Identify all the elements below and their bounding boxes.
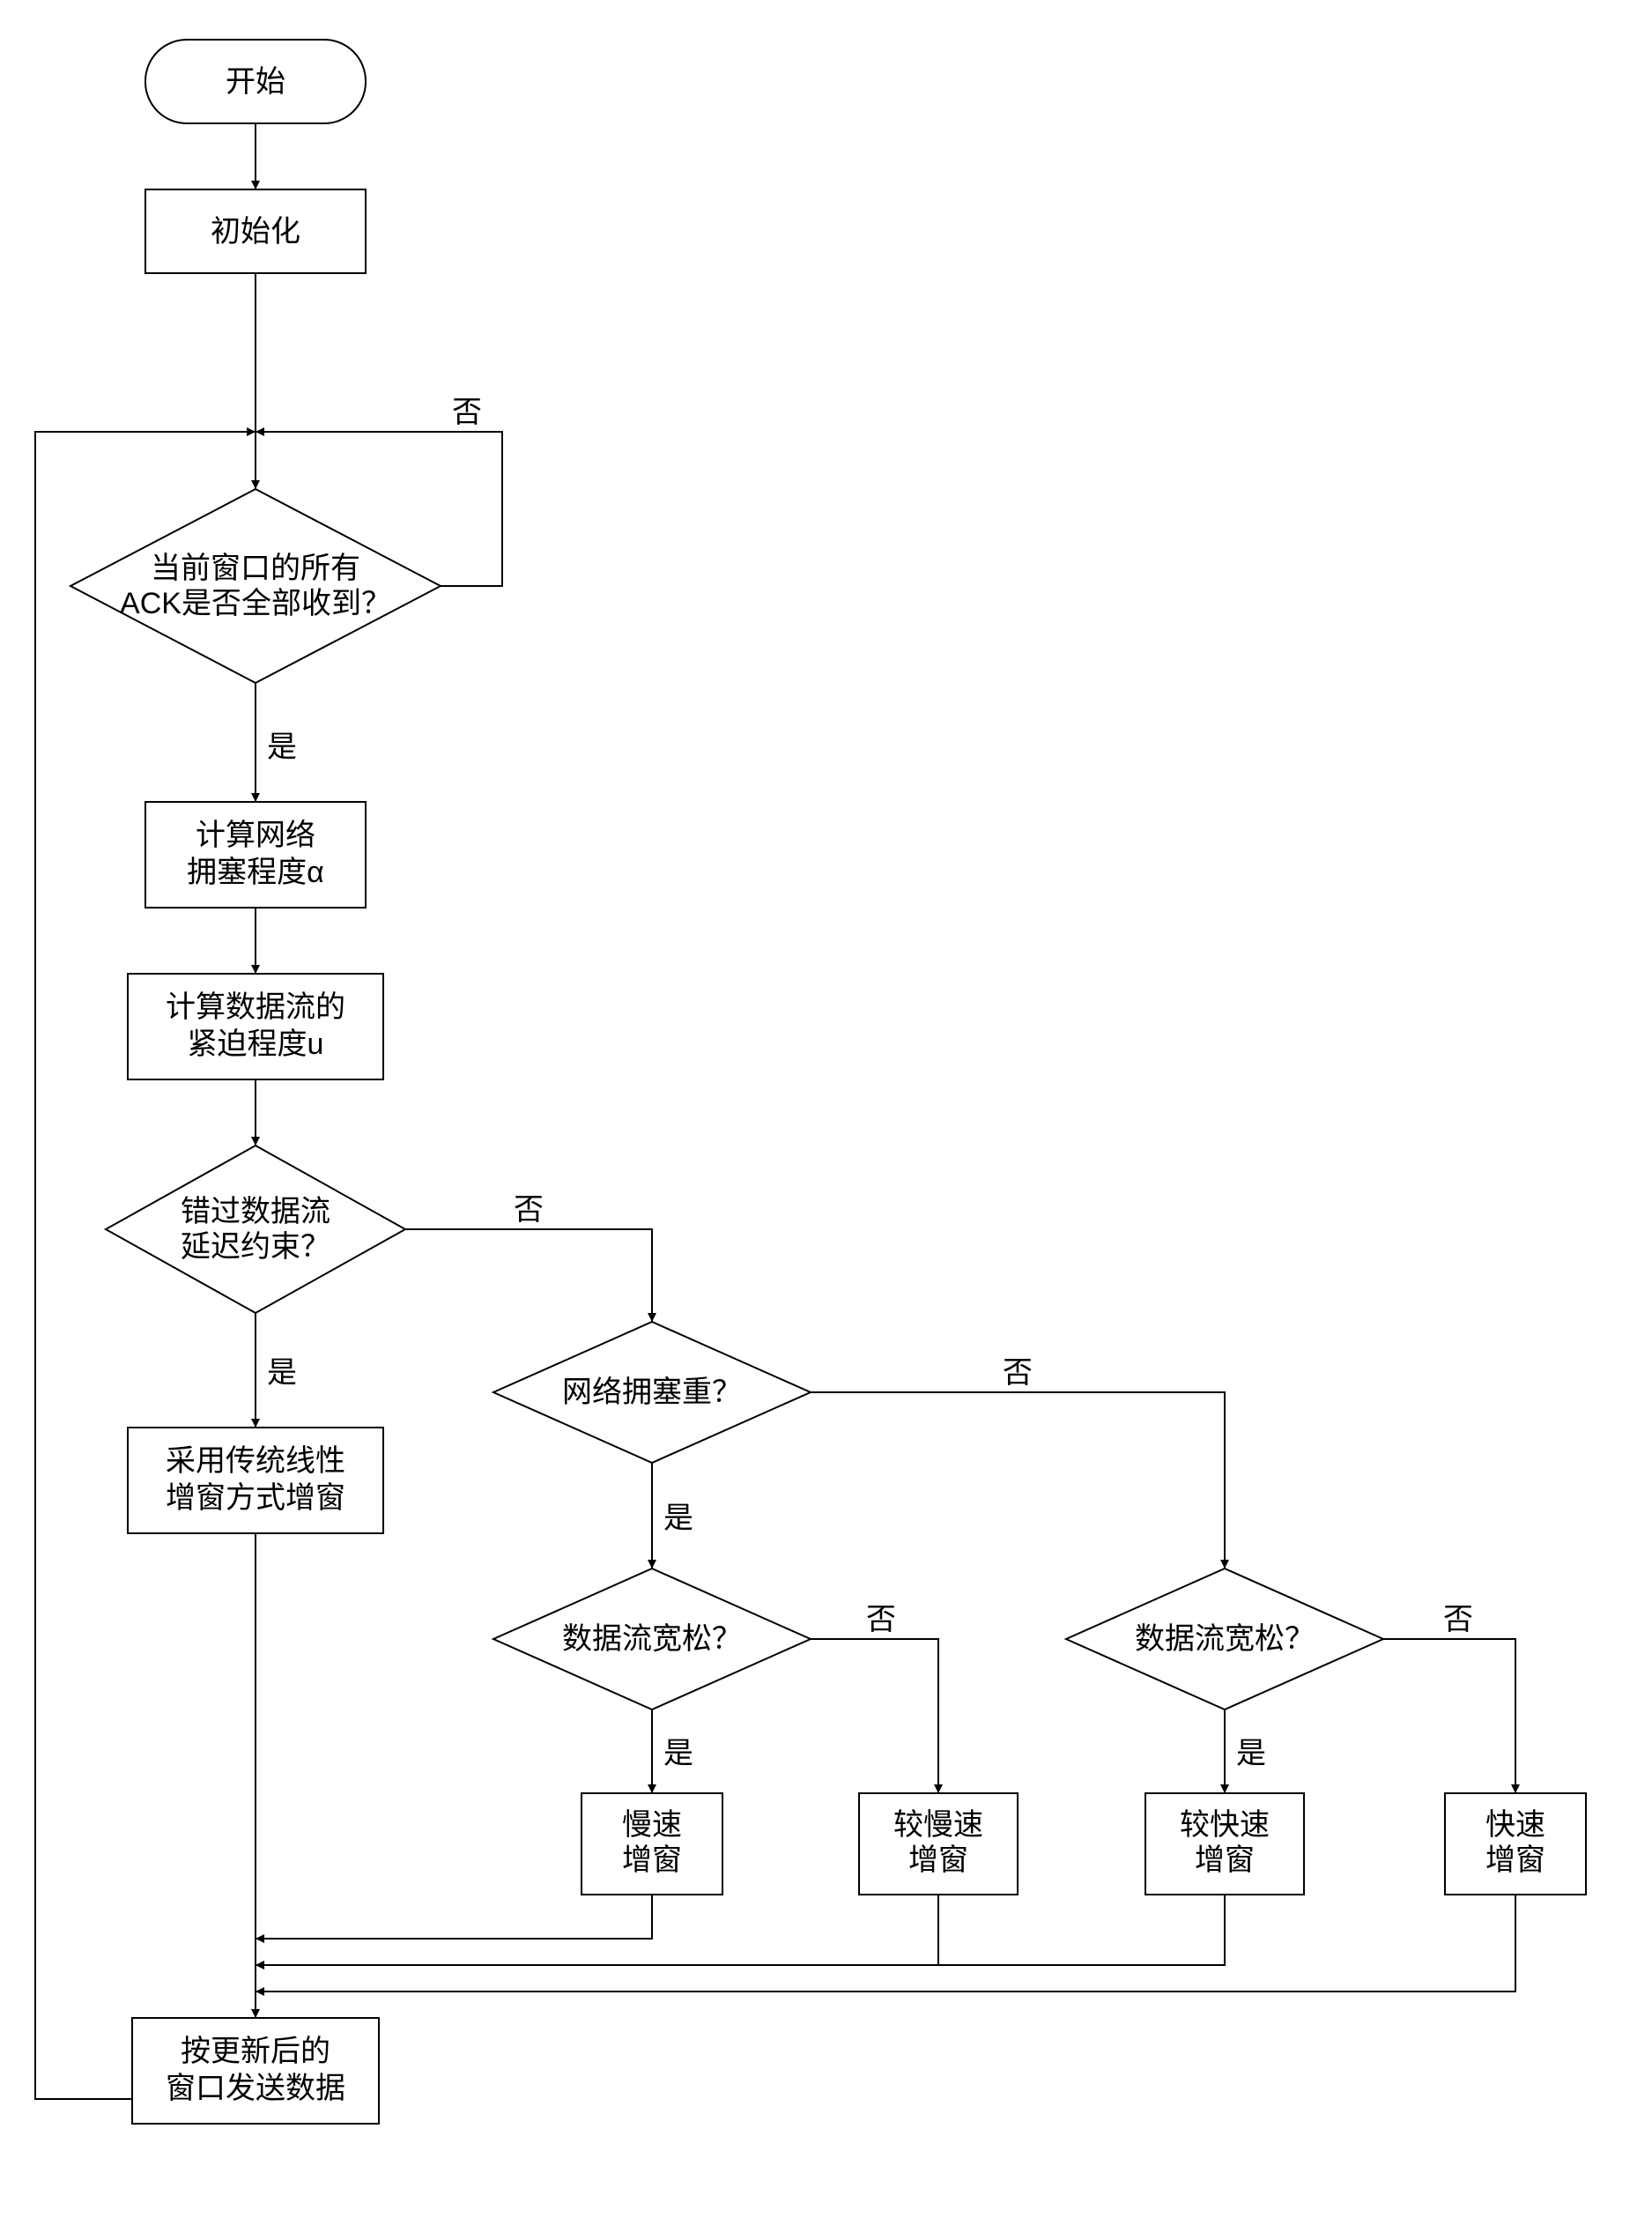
send-data-l1: 按更新后的 <box>181 2035 330 2068</box>
fast-inc-l2: 增窗 <box>1485 1843 1545 1877</box>
send-data-l2: 窗口发送数据 <box>166 2072 345 2105</box>
edge-faster-merge <box>256 1895 1225 1965</box>
label-missed-no: 否 <box>514 1193 544 1227</box>
label-looseR-no: 否 <box>1443 1603 1473 1636</box>
flow-loose-left-text: 数据流宽松？ <box>562 1622 742 1656</box>
edge-fast-merge <box>256 1895 1515 1992</box>
linear-inc-l2: 增窗方式增窗 <box>166 1481 345 1515</box>
edge-looseR-no <box>1383 1639 1515 1793</box>
label-netheavy-no: 否 <box>1003 1356 1033 1390</box>
calc-u-l1: 计算数据流的 <box>166 990 345 1024</box>
edge-slow-merge <box>256 1895 652 1939</box>
label-looseL-yes: 是 <box>663 1737 693 1770</box>
flow-loose-right-text: 数据流宽松？ <box>1135 1622 1315 1656</box>
missed-delay-l2: 延迟约束？ <box>181 1230 330 1264</box>
init-node: 初始化 <box>211 215 300 248</box>
label-missed-yes: 是 <box>267 1356 297 1390</box>
label-looseL-no: 否 <box>866 1603 896 1636</box>
slow-inc-l2: 增窗 <box>622 1843 682 1877</box>
calc-u-l2: 紧迫程度u <box>188 1027 324 1061</box>
label-netheavy-yes: 是 <box>663 1502 693 1535</box>
edge-slower-merge <box>256 1895 938 1965</box>
faster-inc-l1: 较快速 <box>1180 1808 1270 1842</box>
ack-decision-l1: 当前窗口的所有 <box>151 552 360 585</box>
start-node: 开始 <box>226 65 285 99</box>
edge-missed-no <box>405 1229 652 1322</box>
flowchart-canvas: 开始 初始化 否 当前窗口的所有 ACK是否全部收到？ 是 计算网络 拥塞程度α… <box>0 0 1652 2240</box>
label-ack-no: 否 <box>452 396 482 429</box>
ack-decision-l2: ACK是否全部收到？ <box>120 587 391 620</box>
net-heavy-text: 网络拥塞重？ <box>562 1376 742 1409</box>
edge-netheavy-no <box>811 1392 1225 1569</box>
faster-inc-l2: 增窗 <box>1195 1843 1255 1877</box>
edge-looseL-no <box>811 1639 938 1793</box>
slower-inc-l2: 增窗 <box>908 1843 968 1877</box>
slower-inc-l1: 较慢速 <box>893 1808 983 1842</box>
linear-inc-l1: 采用传统线性 <box>166 1444 345 1478</box>
calc-alpha-l1: 计算网络 <box>196 819 315 852</box>
calc-alpha-l2: 拥塞程度α <box>187 856 324 889</box>
slow-inc-l1: 慢速 <box>622 1808 682 1842</box>
missed-delay-l1: 错过数据流 <box>181 1195 330 1228</box>
label-ack-yes: 是 <box>267 731 297 764</box>
fast-inc-l1: 快速 <box>1485 1808 1545 1842</box>
label-looseR-yes: 是 <box>1236 1737 1266 1770</box>
